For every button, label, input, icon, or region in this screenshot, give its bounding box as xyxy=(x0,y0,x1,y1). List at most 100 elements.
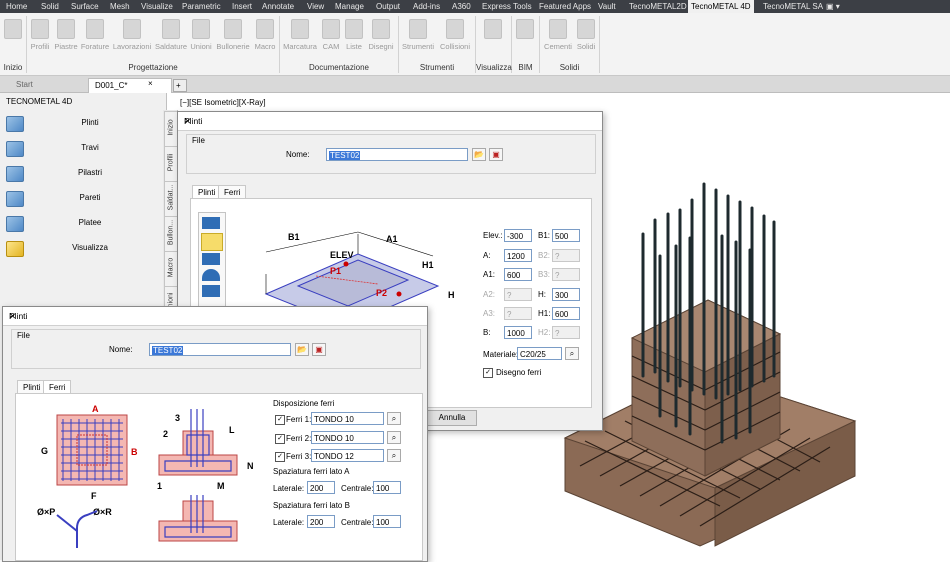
a2-field[interactable]: ? xyxy=(504,288,532,301)
type-1-icon[interactable] xyxy=(202,217,220,229)
menu-home[interactable]: Home xyxy=(6,0,27,13)
ferri-1-checkbox[interactable]: ✓ xyxy=(275,415,285,425)
panel-item-plinti[interactable]: Plinti xyxy=(0,113,166,135)
menu-visualize[interactable]: Visualize xyxy=(141,0,173,13)
menu-annotate[interactable]: Annotate xyxy=(262,0,294,13)
cementi-button[interactable]: Cementi xyxy=(542,15,574,57)
spacing-a-laterale-field[interactable]: 200 xyxy=(307,481,335,494)
name-field[interactable]: TEST02 xyxy=(326,148,468,161)
menu-featured-apps[interactable]: Featured Apps xyxy=(539,0,591,13)
h2-field[interactable]: ? xyxy=(552,326,580,339)
b2-field[interactable]: ? xyxy=(552,249,580,262)
disegno-ferri-checkbox[interactable]: ✓ xyxy=(483,368,493,378)
material-field[interactable]: C20/25 xyxy=(517,347,562,360)
a-field[interactable]: 1200 xyxy=(504,249,532,262)
menu-output[interactable]: Output xyxy=(376,0,400,13)
panel-item-visualizza[interactable]: Visualizza xyxy=(0,238,166,260)
overflow-icon[interactable]: ▣ ▾ xyxy=(826,0,840,13)
visualizza-button[interactable] xyxy=(478,15,508,57)
name-field[interactable]: TEST02 xyxy=(149,343,291,356)
lavorazioni-button[interactable]: Lavorazioni xyxy=(111,15,153,57)
type-4-icon[interactable] xyxy=(202,269,220,281)
marcatura-button[interactable]: Marcatura xyxy=(281,15,319,57)
h1-field[interactable]: 600 xyxy=(552,307,580,320)
footing-3d-model[interactable] xyxy=(560,176,870,560)
spacing-b-centrale-field[interactable]: 100 xyxy=(373,515,401,528)
tab-ferri[interactable]: Ferri xyxy=(43,380,72,394)
profili-button[interactable]: Profili xyxy=(28,15,52,57)
unioni-button[interactable]: Unioni xyxy=(189,15,213,57)
bim-button[interactable] xyxy=(514,15,536,57)
menu-manage[interactable]: Manage xyxy=(335,0,364,13)
b-field[interactable]: 1000 xyxy=(504,326,532,339)
side-tab-profili[interactable]: Profili xyxy=(164,146,178,182)
menu-mesh[interactable]: Mesh xyxy=(110,0,130,13)
tab-plinti[interactable]: Plinti xyxy=(192,185,222,199)
menu-surface[interactable]: Surface xyxy=(71,0,99,13)
type-5-icon[interactable] xyxy=(202,285,220,297)
a1-field[interactable]: 600 xyxy=(504,268,532,281)
disegni-button[interactable]: Disegni xyxy=(366,15,396,57)
open-folder-icon[interactable]: 📂 xyxy=(295,343,309,356)
close-tab-icon[interactable]: × xyxy=(148,79,153,88)
side-tab-bullonerie[interactable]: Bullon... xyxy=(164,216,178,252)
tab-start[interactable]: Start xyxy=(10,78,92,92)
menu-tecnometal2d[interactable]: TecnoMETAL2D xyxy=(629,0,687,13)
inizio-button[interactable] xyxy=(2,15,24,57)
b3-field[interactable]: ? xyxy=(552,268,580,281)
panel-item-platee[interactable]: Platee xyxy=(0,213,166,235)
elev-field[interactable]: -300 xyxy=(504,229,532,242)
solidi-button[interactable]: Solidi xyxy=(575,15,597,57)
panel-item-pilastri[interactable]: Pilastri xyxy=(0,163,166,185)
side-tab-saldature[interactable]: Saldat... xyxy=(164,181,178,217)
menu-tecnometal4d[interactable]: TecnoMETAL 4D xyxy=(688,0,754,13)
cam-button[interactable]: CAM xyxy=(320,15,342,57)
ferri-1-field[interactable]: TONDO 10 xyxy=(311,412,384,425)
ferri-1-search-icon[interactable]: ⌕ xyxy=(387,412,401,425)
menu-a360[interactable]: A360 xyxy=(452,0,471,13)
ferri-2-field[interactable]: TONDO 10 xyxy=(311,431,384,444)
macro-button[interactable]: Macro xyxy=(253,15,277,57)
close-icon[interactable]: ✕ xyxy=(184,116,596,127)
tab-plinti[interactable]: Plinti xyxy=(17,380,47,394)
menu-insert[interactable]: Insert xyxy=(232,0,252,13)
b1-field[interactable]: 500 xyxy=(552,229,580,242)
menu-view[interactable]: View xyxy=(307,0,324,13)
h-field[interactable]: 300 xyxy=(552,288,580,301)
tab-ferri[interactable]: Ferri xyxy=(218,185,247,199)
menu-solid[interactable]: Solid xyxy=(41,0,59,13)
ferri-3-search-icon[interactable]: ⌕ xyxy=(387,449,401,462)
ferri-3-field[interactable]: TONDO 12 xyxy=(311,449,384,462)
forature-button[interactable]: Forature xyxy=(80,15,110,57)
material-search-icon[interactable]: ⌕ xyxy=(565,347,579,360)
type-2-icon[interactable] xyxy=(201,233,223,251)
close-icon[interactable]: ✕ xyxy=(9,311,421,322)
collisioni-button[interactable]: Collisioni xyxy=(437,15,473,57)
ferri-2-search-icon[interactable]: ⌕ xyxy=(387,431,401,444)
ferri-2-checkbox[interactable]: ✓ xyxy=(275,434,285,444)
type-3-icon[interactable] xyxy=(202,253,220,265)
open-folder-icon[interactable]: 📂 xyxy=(472,148,486,161)
panel-item-pareti[interactable]: Pareti xyxy=(0,188,166,210)
panel-item-travi[interactable]: Travi xyxy=(0,138,166,160)
side-tab-macro[interactable]: Macro xyxy=(164,251,178,287)
menu-parametric[interactable]: Parametric xyxy=(182,0,221,13)
strumenti-button[interactable]: Strumenti xyxy=(400,15,436,57)
bullonerie-button[interactable]: Bullonerie xyxy=(214,15,252,57)
liste-button[interactable]: Liste xyxy=(343,15,365,57)
tab-drawing[interactable]: D001_C* xyxy=(88,78,172,93)
menu-express-tools[interactable]: Express Tools xyxy=(482,0,532,13)
spacing-b-laterale-field[interactable]: 200 xyxy=(307,515,335,528)
annulla-button[interactable]: Annulla xyxy=(427,410,477,426)
menu-addins[interactable]: Add-ins xyxy=(413,0,440,13)
piastre-button[interactable]: Piastre xyxy=(53,15,79,57)
menu-tecnometal-sa[interactable]: TecnoMETAL SA xyxy=(763,0,823,13)
a3-field[interactable]: ? xyxy=(504,307,532,320)
side-tab-inizio[interactable]: Inizio xyxy=(164,111,178,147)
save-icon[interactable]: ▣ xyxy=(489,148,503,161)
ferri-3-checkbox[interactable]: ✓ xyxy=(275,452,285,462)
add-tab-button[interactable]: + xyxy=(173,79,187,92)
menu-vault[interactable]: Vault xyxy=(598,0,616,13)
saldature-button[interactable]: Saldature xyxy=(154,15,188,57)
save-icon[interactable]: ▣ xyxy=(312,343,326,356)
